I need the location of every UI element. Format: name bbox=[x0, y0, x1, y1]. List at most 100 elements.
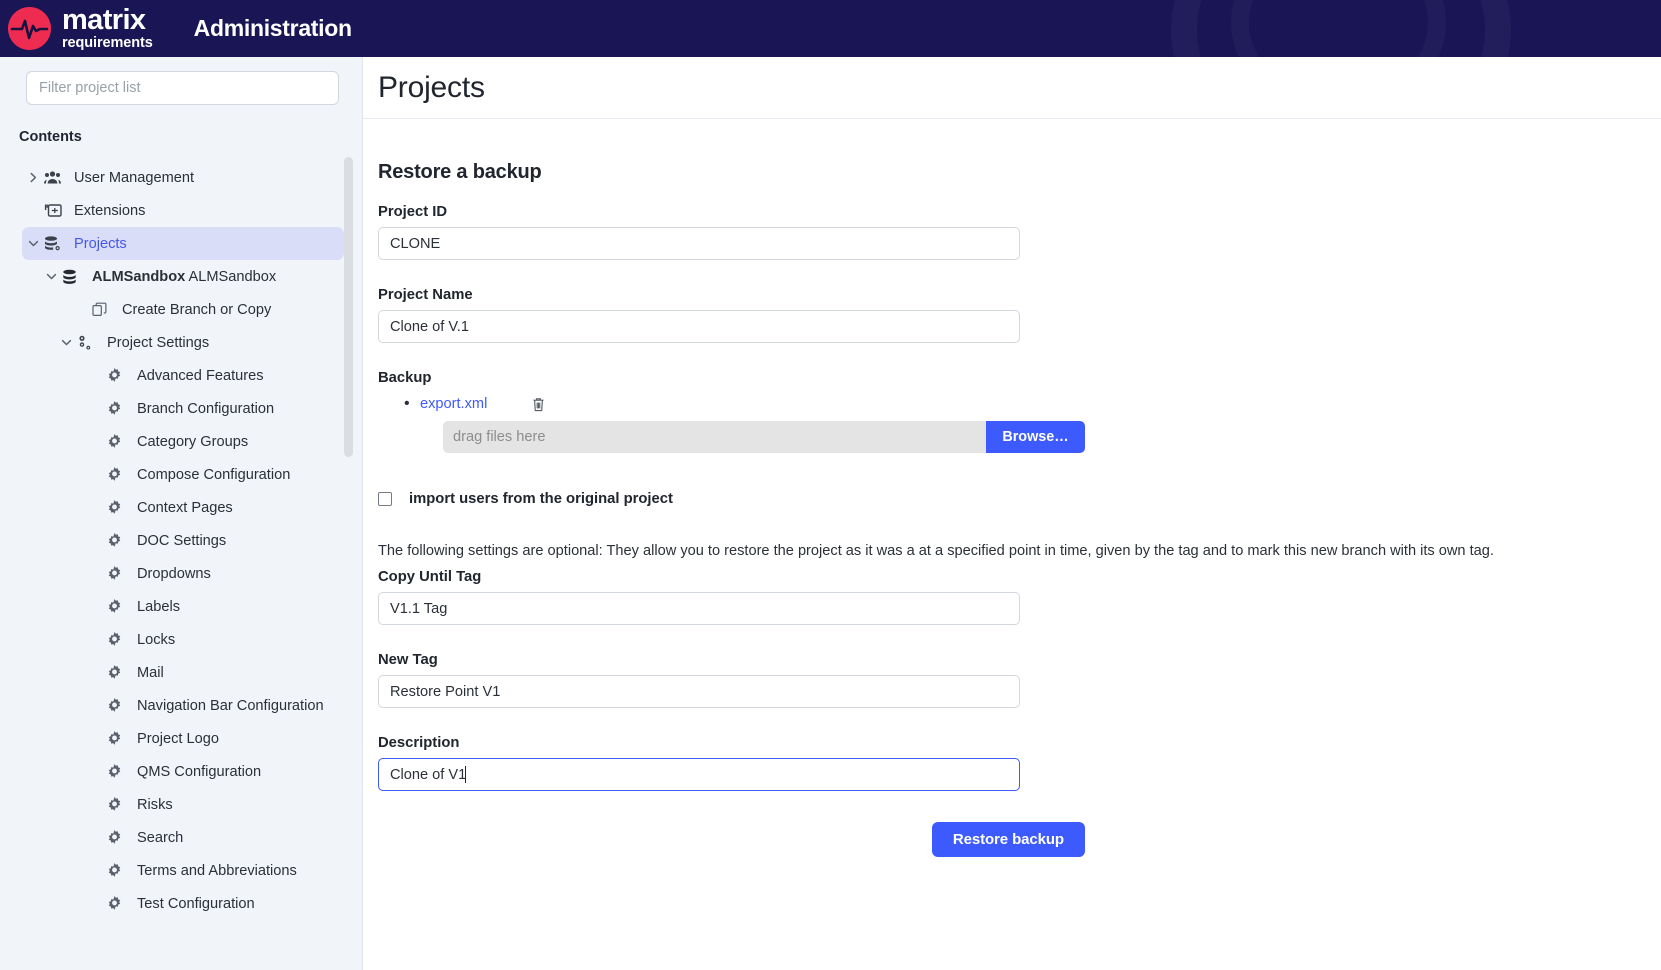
project-id-group: Project ID bbox=[378, 204, 1661, 260]
sidebar-item-terms-and-abbreviations[interactable]: Terms and Abbreviations bbox=[22, 854, 344, 887]
sidebar-item-create-branch-or-copy[interactable]: Create Branch or Copy bbox=[22, 293, 344, 326]
sidebar-item-label: ALMSandbox ALMSandbox bbox=[92, 268, 277, 285]
filter-project-list-input[interactable] bbox=[26, 71, 339, 105]
sidebar-item-label: Advanced Features bbox=[137, 367, 264, 384]
sidebar-item-label: Project Logo bbox=[137, 730, 219, 747]
form-actions: Restore backup bbox=[378, 822, 1085, 857]
import-users-checkbox[interactable] bbox=[378, 492, 392, 506]
sidebar-item-test-configuration[interactable]: Test Configuration bbox=[22, 887, 344, 920]
sidebar-item-label: Locks bbox=[137, 631, 176, 648]
sidebar-item-search[interactable]: Search bbox=[22, 821, 344, 854]
sidebar-item-label: Search bbox=[137, 829, 184, 846]
gear-icon bbox=[107, 731, 133, 746]
chevron-down-icon[interactable] bbox=[55, 337, 77, 348]
extensions-icon bbox=[44, 203, 70, 218]
page-body: Contents User Management Extensions Projec… bbox=[0, 57, 1661, 970]
copy-icon bbox=[92, 302, 118, 317]
project-id-input[interactable] bbox=[378, 227, 1020, 260]
copy-until-tag-input[interactable] bbox=[378, 592, 1020, 625]
sidebar-item-qms-configuration[interactable]: QMS Configuration bbox=[22, 755, 344, 788]
admin-page: matrix requirements Administration Conte… bbox=[0, 0, 1661, 970]
gear-icon bbox=[107, 665, 133, 680]
sidebar-item-label: Extensions bbox=[74, 202, 146, 219]
gear-icon bbox=[107, 698, 133, 713]
sidebar-item-dropdowns[interactable]: Dropdowns bbox=[22, 557, 344, 590]
sidebar-item-label: Branch Configuration bbox=[137, 400, 275, 417]
sidebar-item-mail[interactable]: Mail bbox=[22, 656, 344, 689]
main-content: Projects Restore a backup Project ID Pro… bbox=[363, 57, 1661, 970]
sidebar-item-risks[interactable]: Risks bbox=[22, 788, 344, 821]
matrix-pulse-icon bbox=[8, 7, 51, 50]
sidebar-item-branch-configuration[interactable]: Branch Configuration bbox=[22, 392, 344, 425]
sidebar-item-label: Category Groups bbox=[137, 433, 249, 450]
header-decoration-arc-inner bbox=[1231, 0, 1446, 57]
sidebar-item-advanced-features[interactable]: Advanced Features bbox=[22, 359, 344, 392]
import-users-row: import users from the original project bbox=[378, 491, 1661, 507]
users-icon bbox=[44, 170, 70, 185]
sidebar-item-locks[interactable]: Locks bbox=[22, 623, 344, 656]
new-tag-label: New Tag bbox=[378, 652, 438, 668]
sidebar-item-category-groups[interactable]: Category Groups bbox=[22, 425, 344, 458]
sidebar: Contents User Management Extensions Projec… bbox=[0, 57, 363, 970]
restore-backup-button[interactable]: Restore backup bbox=[931, 822, 1085, 857]
chevron-right-icon[interactable] bbox=[22, 172, 44, 183]
gear-icon bbox=[107, 368, 133, 383]
section-title: Restore a backup bbox=[378, 161, 542, 183]
sidebar-item-label: Risks bbox=[137, 796, 173, 813]
sidebar-item-label: Terms and Abbreviations bbox=[137, 862, 297, 879]
sidebar-item-label: Mail bbox=[137, 664, 164, 681]
backup-label: Backup bbox=[378, 370, 432, 386]
filter-row bbox=[0, 57, 362, 115]
header-decoration-arc bbox=[1171, 0, 1511, 57]
sidebar-item-compose-configuration[interactable]: Compose Configuration bbox=[22, 458, 344, 491]
sidebar-item-project-settings[interactable]: Project Settings bbox=[22, 326, 344, 359]
sidebar-scrollbar-thumb[interactable] bbox=[344, 157, 353, 457]
gear-icon bbox=[107, 434, 133, 449]
sidebar-item-label: Test Configuration bbox=[137, 895, 255, 912]
sidebar-item-context-pages[interactable]: Context Pages bbox=[22, 491, 344, 524]
settings-branch-icon bbox=[77, 335, 103, 351]
optional-settings-note: The following settings are optional: The… bbox=[378, 543, 1494, 559]
app-header: matrix requirements Administration bbox=[0, 0, 1661, 57]
sidebar-item-label: QMS Configuration bbox=[137, 763, 262, 780]
browse-button[interactable]: Browse… bbox=[986, 421, 1085, 453]
sidebar-item-projects[interactable]: Projects bbox=[22, 227, 344, 260]
contents-heading: Contents bbox=[19, 129, 82, 145]
description-value: Clone of V1 bbox=[390, 766, 467, 783]
database-gear-icon bbox=[44, 235, 70, 252]
database-icon bbox=[62, 269, 88, 285]
project-id-label: Project ID bbox=[378, 204, 448, 220]
trash-icon[interactable] bbox=[532, 397, 545, 412]
gear-icon bbox=[107, 632, 133, 647]
sidebar-item-navigation-bar-configuration[interactable]: Navigation Bar Configuration bbox=[22, 689, 344, 722]
gear-icon bbox=[107, 401, 133, 416]
sidebar-item-label: DOC Settings bbox=[137, 532, 227, 549]
sidebar-item-user-management[interactable]: User Management bbox=[22, 161, 344, 194]
sidebar-item-project-logo[interactable]: Project Logo bbox=[22, 722, 344, 755]
text-cursor bbox=[465, 766, 467, 783]
backup-group: Backup export.xml bbox=[378, 370, 1661, 453]
sidebar-item-labels[interactable]: Labels bbox=[22, 590, 344, 623]
project-name-input[interactable] bbox=[378, 310, 1020, 343]
gear-icon bbox=[107, 566, 133, 581]
sidebar-item-almsandbox[interactable]: ALMSandbox ALMSandbox bbox=[22, 260, 344, 293]
sidebar-tree: User Management Extensions Projects ALMSand… bbox=[0, 161, 362, 970]
sidebar-item-doc-settings[interactable]: DOC Settings bbox=[22, 524, 344, 557]
gear-icon bbox=[107, 500, 133, 515]
gear-icon bbox=[107, 797, 133, 812]
sidebar-item-label: Project Settings bbox=[107, 334, 210, 351]
brand-logo[interactable]: matrix requirements bbox=[8, 6, 153, 51]
sidebar-item-label: Context Pages bbox=[137, 499, 233, 516]
copy-until-tag-group: Copy Until Tag bbox=[378, 569, 1661, 625]
file-drop-zone[interactable]: drag files here bbox=[443, 421, 986, 453]
chevron-down-icon[interactable] bbox=[22, 238, 44, 249]
sidebar-item-label: Projects bbox=[74, 235, 127, 252]
sidebar-item-extensions[interactable]: Extensions bbox=[22, 194, 344, 227]
backup-file-link[interactable]: export.xml bbox=[420, 396, 487, 412]
description-input[interactable]: Clone of V1 bbox=[378, 758, 1020, 791]
project-name-label: Project Name bbox=[378, 287, 473, 303]
new-tag-input[interactable] bbox=[378, 675, 1020, 708]
backup-file-list: export.xml bbox=[378, 393, 1661, 415]
gear-icon bbox=[107, 830, 133, 845]
chevron-down-icon[interactable] bbox=[40, 271, 62, 282]
